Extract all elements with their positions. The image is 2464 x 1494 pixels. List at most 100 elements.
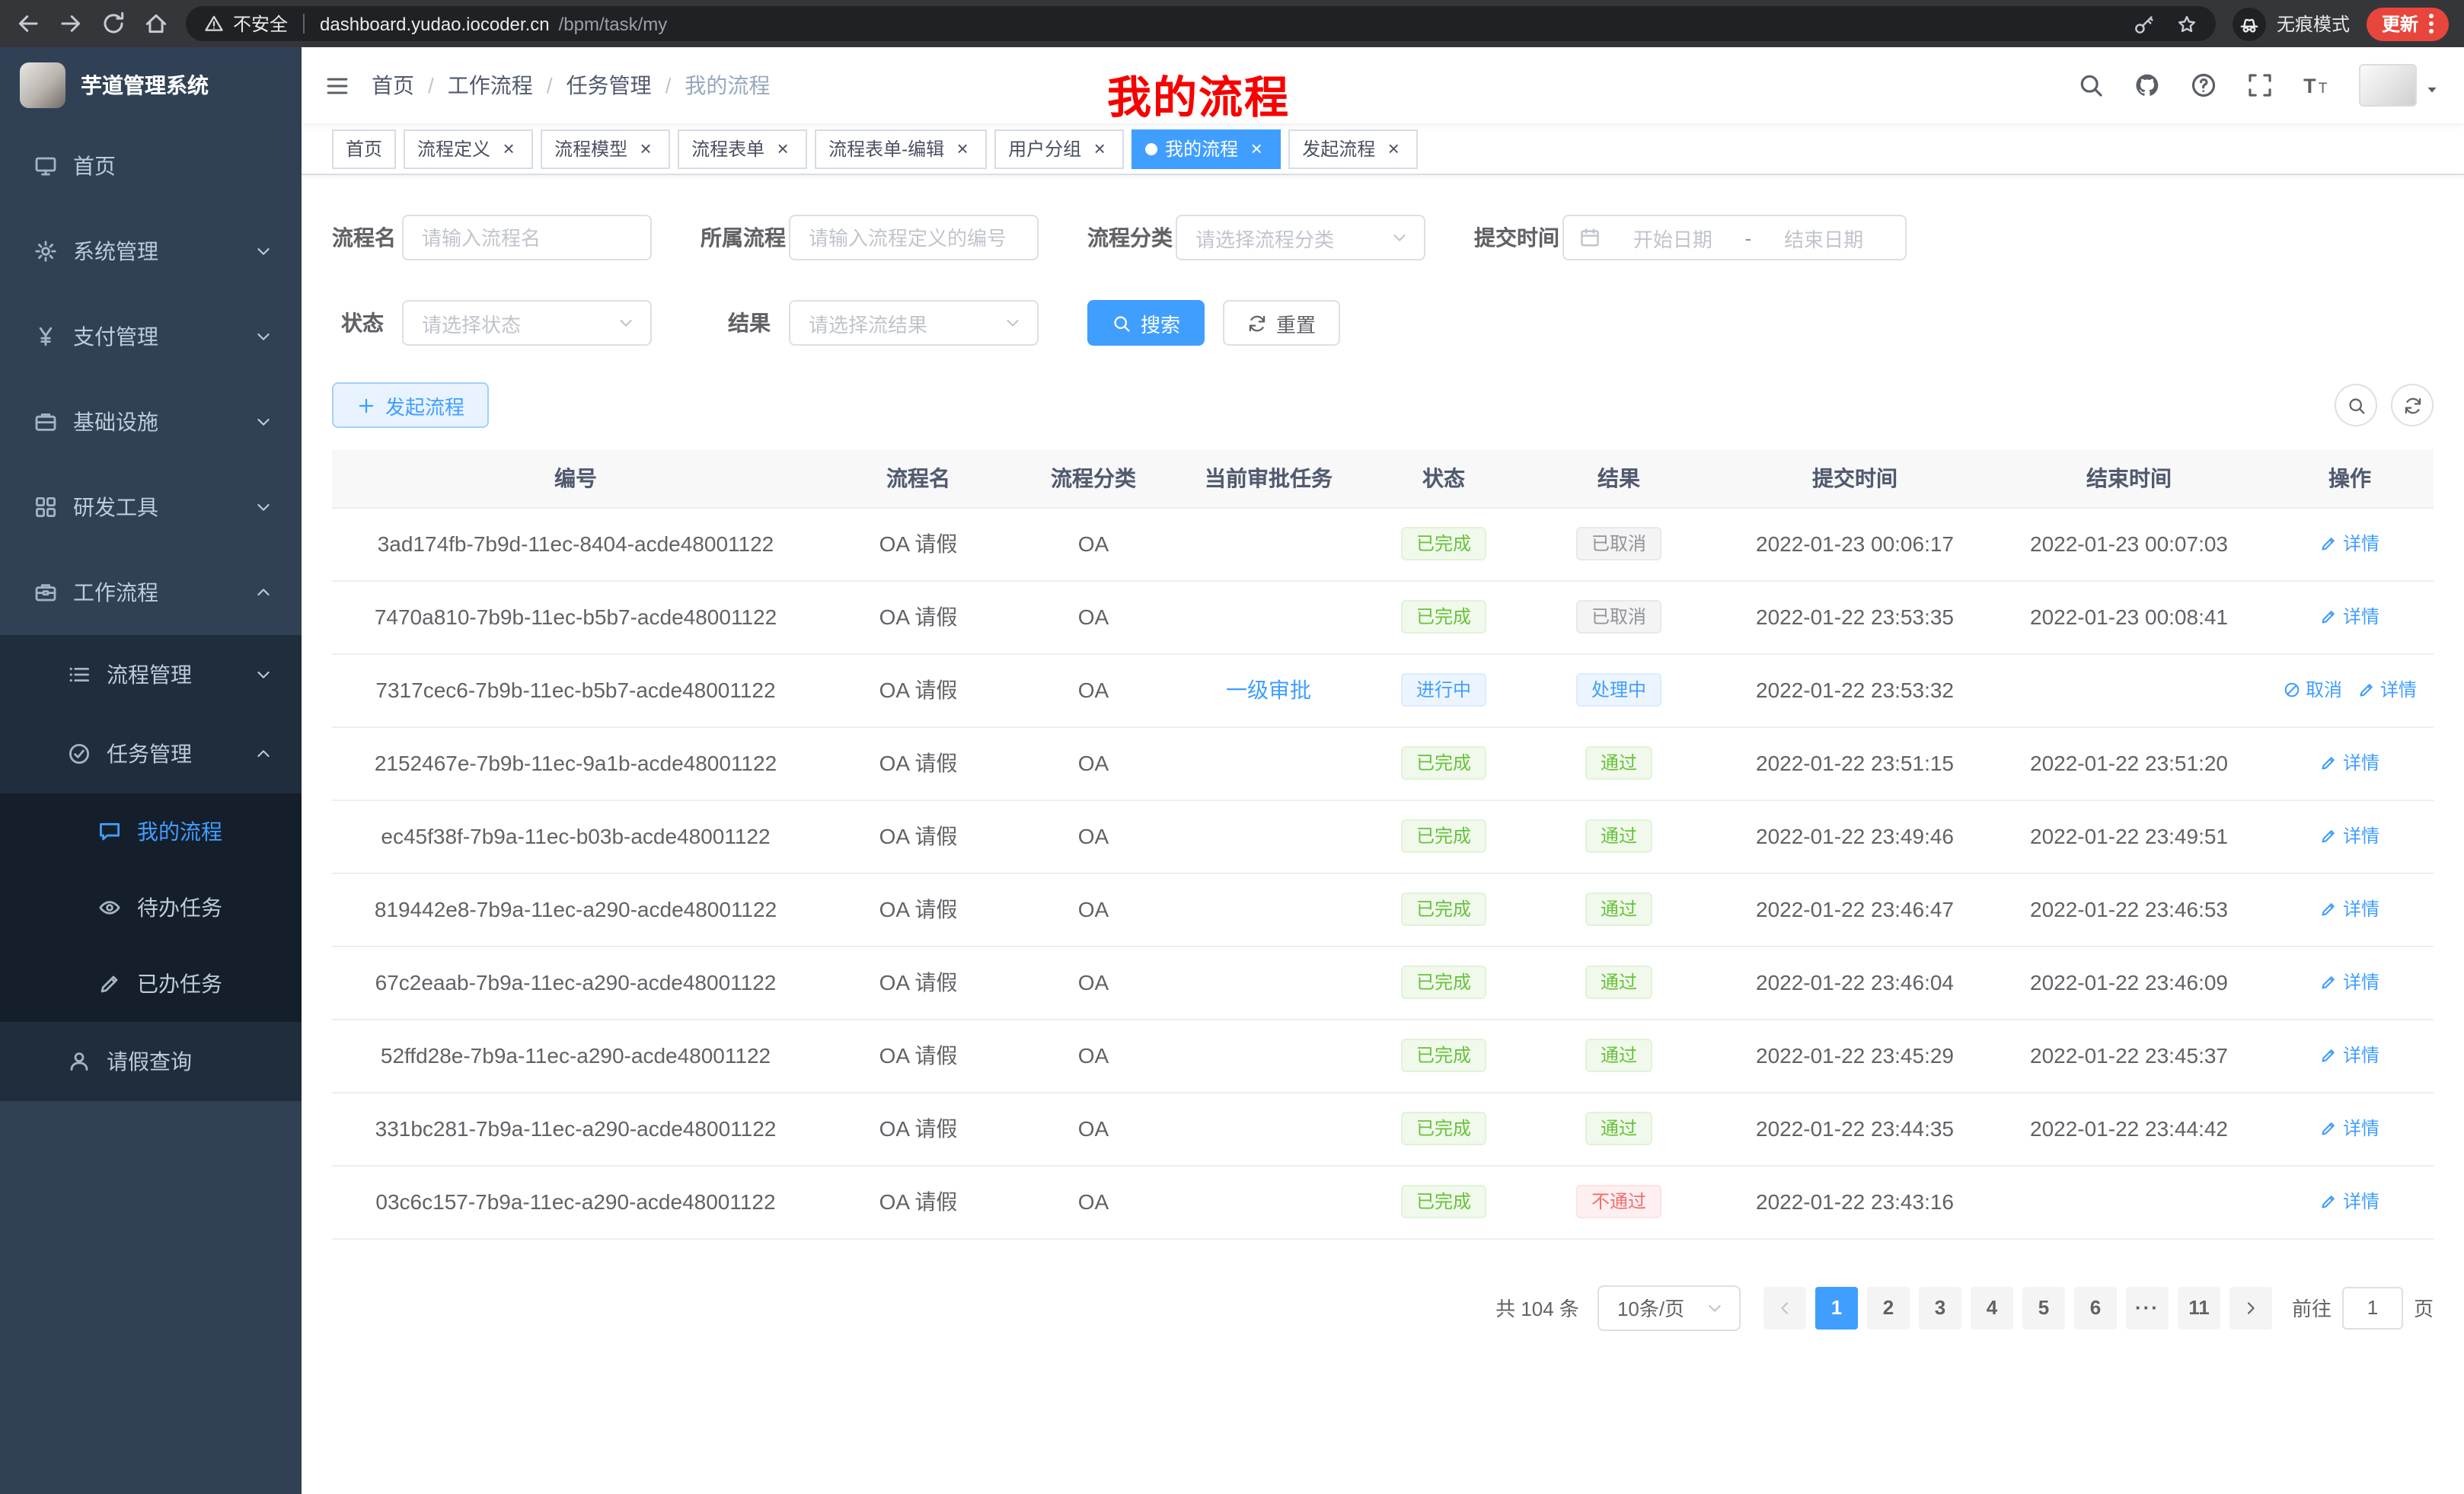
fullscreen-icon[interactable] [2246, 72, 2274, 99]
browser-reload-icon[interactable] [101, 11, 126, 37]
reset-button[interactable]: 重置 [1223, 300, 1340, 346]
sidebar-item-dev-tools[interactable]: 研发工具 [0, 464, 302, 550]
sidebar-item-system-management[interactable]: 系统管理 [0, 209, 302, 294]
page-button-5[interactable]: 5 [2022, 1286, 2065, 1329]
breadcrumb-item-workflow[interactable]: 工作流程 [448, 70, 533, 101]
cell-category: OA [1017, 1019, 1170, 1092]
key-icon[interactable] [2134, 13, 2155, 34]
current-task-link[interactable]: 一级审批 [1226, 675, 1311, 705]
tab-start-process[interactable]: 发起流程 × [1288, 129, 1418, 168]
page-button-6[interactable]: 6 [2074, 1286, 2117, 1329]
browser-menu-dots-icon[interactable] [2429, 14, 2434, 34]
page-button-11[interactable]: 11 [2178, 1286, 2220, 1329]
chevron-down-icon [254, 498, 273, 516]
submit-time-range-picker[interactable]: 开始日期 - 结束日期 [1562, 215, 1907, 260]
goto-page-input[interactable] [2342, 1286, 2403, 1329]
create-process-button[interactable]: 发起流程 [332, 382, 489, 428]
breadcrumb-item-task-management[interactable]: 任务管理 [567, 70, 652, 101]
detail-link[interactable]: 详情 [2320, 823, 2379, 849]
detail-link[interactable]: 详情 [2320, 896, 2379, 922]
close-icon[interactable]: × [952, 138, 973, 159]
result-select[interactable]: 请选择流结果 [789, 300, 1039, 346]
cell-process-name: OA 请假 [819, 800, 1017, 873]
cell-process-name: OA 请假 [819, 873, 1017, 946]
browser-update-button[interactable]: 更新 [2367, 7, 2449, 40]
detail-link[interactable]: 详情 [2320, 1042, 2379, 1068]
prev-page-button[interactable] [1763, 1286, 1806, 1329]
user-menu[interactable] [2359, 64, 2440, 107]
close-icon[interactable]: × [1383, 138, 1404, 159]
page-size-select[interactable]: 10条/页 [1597, 1285, 1741, 1330]
avatar[interactable] [2359, 64, 2417, 107]
detail-link[interactable]: 详情 [2320, 1116, 2379, 1141]
detail-link[interactable]: 详情 [2320, 750, 2379, 776]
sidebar-item-done-tasks[interactable]: 已办任务 [0, 946, 302, 1022]
github-icon[interactable] [2134, 72, 2161, 99]
tab-my-processes[interactable]: 我的流程 × [1131, 129, 1281, 168]
browser-forward-icon[interactable] [58, 11, 84, 37]
cell-id: 3ad174fb-7b9d-11ec-8404-acde48001122 [332, 507, 819, 580]
filter-category: 流程分类 请选择流程分类 [1087, 215, 1425, 260]
tab-user-group[interactable]: 用户分组 × [994, 129, 1124, 168]
sidebar-item-payment-management[interactable]: 支付管理 [0, 294, 302, 379]
search-icon[interactable] [2077, 72, 2105, 99]
table-row: 331bc281-7b9a-11ec-a290-acde48001122 OA … [332, 1092, 2434, 1165]
table-row: 3ad174fb-7b9d-11ec-8404-acde48001122 OA … [332, 507, 2434, 580]
close-icon[interactable]: × [772, 138, 793, 159]
search-button[interactable]: 搜索 [1087, 300, 1205, 346]
tab-process-definition[interactable]: 流程定义 × [404, 129, 533, 168]
detail-link[interactable]: 详情 [2320, 969, 2379, 995]
next-page-button[interactable] [2229, 1286, 2272, 1329]
page-button-1[interactable]: 1 [1815, 1286, 1858, 1329]
breadcrumb-item-home[interactable]: 首页 [372, 70, 414, 101]
briefcase-icon [34, 580, 58, 605]
tab-home[interactable]: 首页 [332, 129, 396, 168]
bookmark-star-icon[interactable] [2176, 13, 2197, 34]
page-button-4[interactable]: 4 [1971, 1286, 2013, 1329]
status-select[interactable]: 请选择状态 [402, 300, 652, 346]
detail-link[interactable]: 详情 [2320, 604, 2379, 630]
browser-back-icon[interactable] [15, 11, 41, 37]
help-icon[interactable] [2190, 72, 2217, 99]
detail-link[interactable]: 详情 [2320, 1189, 2379, 1215]
address-bar[interactable]: 不安全 dashboard.yudao.iocoder.cn/bpm/task/… [186, 6, 2216, 41]
category-select[interactable]: 请选择流程分类 [1176, 215, 1425, 260]
detail-link[interactable]: 详情 [2320, 531, 2379, 557]
cell-current-task [1170, 1092, 1368, 1165]
cell-submit-time: 2022-01-22 23:44:35 [1718, 1092, 1992, 1165]
close-icon[interactable]: × [1089, 138, 1110, 159]
hamburger-button[interactable] [302, 47, 372, 123]
browser-home-icon[interactable] [143, 11, 169, 37]
close-icon[interactable]: × [635, 138, 656, 159]
refresh-icon [2402, 395, 2422, 415]
result-badge: 通过 [1585, 819, 1652, 853]
refresh-table-button[interactable] [2391, 384, 2434, 426]
tab-process-form[interactable]: 流程表单 × [678, 129, 807, 168]
sidebar-item-workflow[interactable]: 工作流程 [0, 550, 302, 635]
tab-process-model[interactable]: 流程模型 × [541, 129, 670, 168]
cell-current-task [1170, 1165, 1368, 1238]
tab-process-form-edit[interactable]: 流程表单-编辑 × [815, 129, 987, 168]
cancel-link[interactable]: 取消 [2283, 677, 2342, 703]
sidebar-item-home[interactable]: 首页 [0, 123, 302, 209]
cell-end-time: 2022-01-22 23:51:20 [1992, 726, 2266, 800]
tabs-bar: 首页 流程定义 × 流程模型 × 流程表单 × 流程表单-编辑 × 用户分组 × [302, 123, 2464, 175]
sidebar-item-process-management[interactable]: 流程管理 [0, 635, 302, 714]
sidebar-item-my-processes[interactable]: 我的流程 [0, 793, 302, 870]
process-definition-input[interactable] [789, 215, 1039, 260]
sidebar-item-infrastructure[interactable]: 基础设施 [0, 379, 302, 464]
process-name-input[interactable] [402, 215, 652, 260]
page-button-ellipsis[interactable]: ··· [2126, 1286, 2169, 1329]
page-button-2[interactable]: 2 [1867, 1286, 1910, 1329]
close-icon[interactable]: × [1246, 138, 1267, 159]
font-size-icon[interactable]: TT [2303, 72, 2330, 99]
sidebar-item-leave-query[interactable]: 请假查询 [0, 1022, 302, 1101]
detail-link[interactable]: 详情 [2357, 677, 2417, 703]
sidebar-item-task-management[interactable]: 任务管理 [0, 714, 302, 793]
toggle-search-button[interactable] [2335, 384, 2377, 426]
close-icon[interactable]: × [498, 138, 519, 159]
toolbox-icon [34, 410, 58, 434]
url-host: dashboard.yudao.iocoder.cn [320, 13, 550, 34]
page-button-3[interactable]: 3 [1919, 1286, 1961, 1329]
sidebar-item-todo-tasks[interactable]: 待办任务 [0, 870, 302, 946]
